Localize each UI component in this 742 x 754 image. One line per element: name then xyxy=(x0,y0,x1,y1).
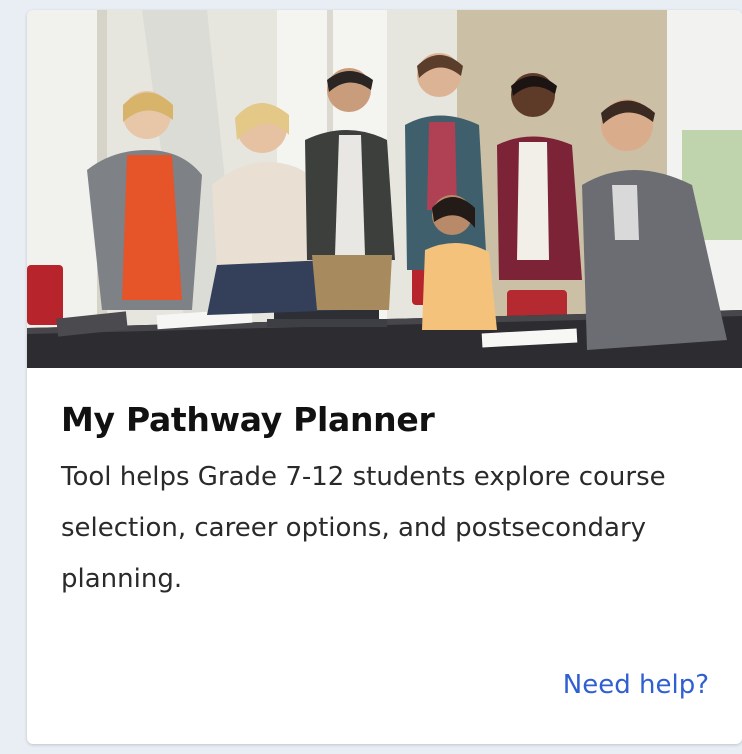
need-help-link[interactable]: Need help? xyxy=(563,670,709,700)
card-hero-image xyxy=(27,10,742,368)
card-description: Tool helps Grade 7-12 students explore c… xyxy=(61,461,666,594)
tool-card[interactable]: My Pathway Planner Tool helps Grade 7-12… xyxy=(27,10,742,744)
card-title: My Pathway Planner xyxy=(61,400,435,439)
students-group-photo xyxy=(27,10,742,368)
card-body: My Pathway Planner Tool helps Grade 7-12… xyxy=(61,400,721,605)
